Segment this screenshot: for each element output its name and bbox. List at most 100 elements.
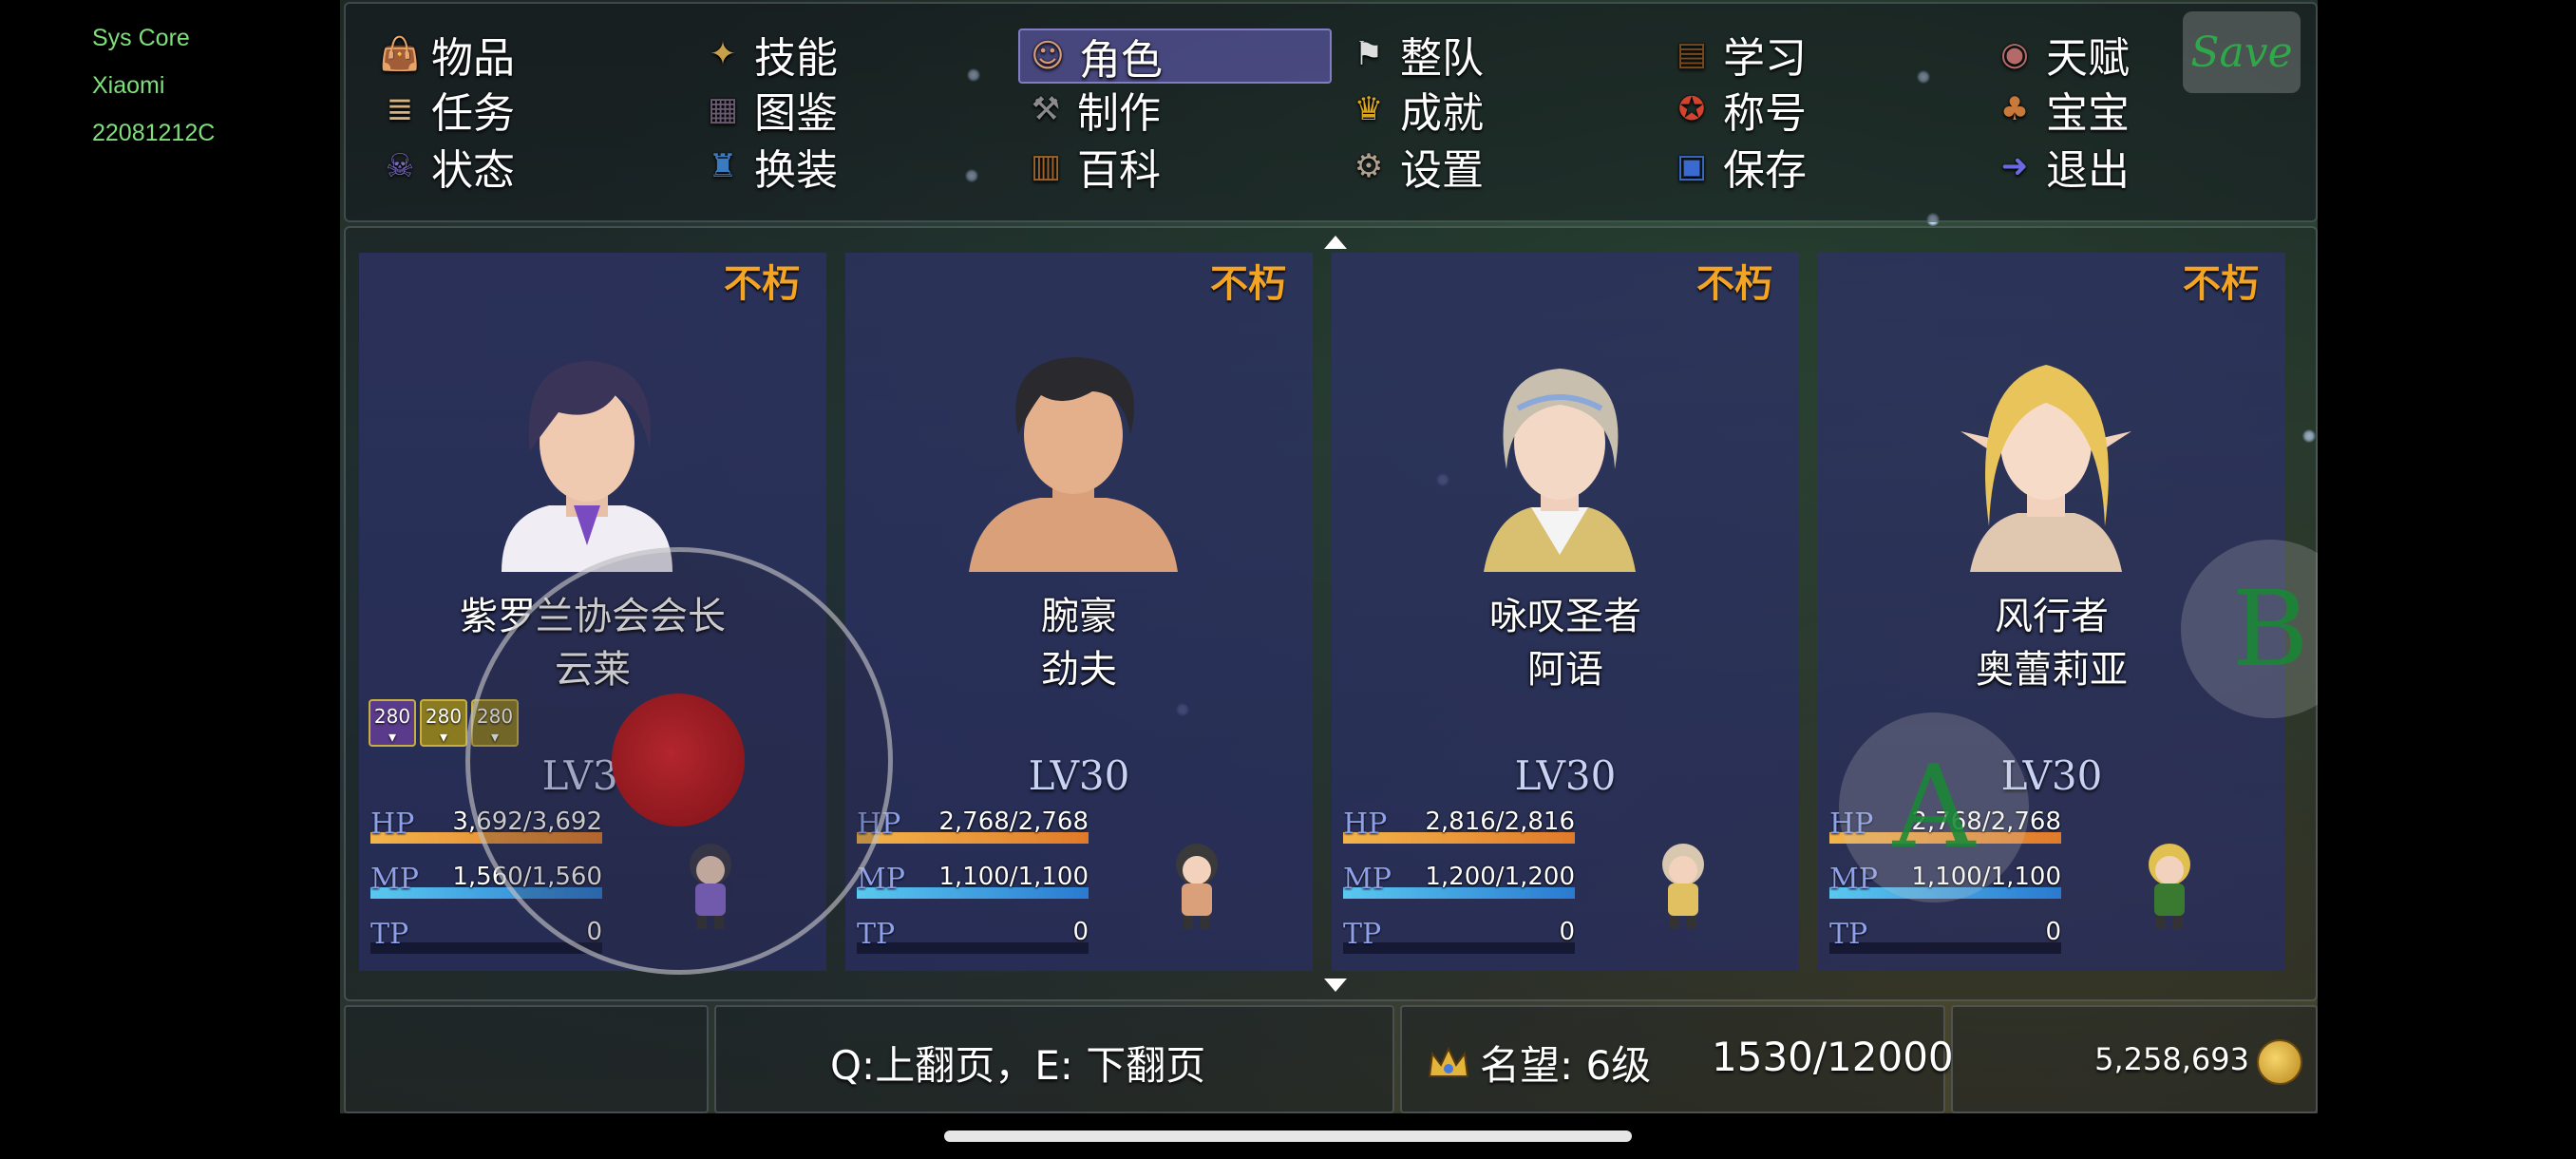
menu-item-label: 学习 [1723,34,1807,83]
menu-item-10[interactable]: ✪ 称号 [1670,84,1807,138]
book-icon: ▤ [1676,35,1708,73]
device-brand-label: Xiaomi [92,72,165,99]
reputation-level: 名望: 6级 [1480,1042,1652,1089]
gear-icon: ⚙ [1354,147,1384,185]
home-indicator[interactable] [944,1130,1632,1142]
gold-amount: 5,258,693 [2094,1041,2249,1077]
character-level: LV30 [1514,752,1617,799]
talent-icon: ◉ [2000,35,2029,73]
menu-item-15[interactable]: ⚙ 设置 [1347,141,1484,195]
menu-item-8[interactable]: ⚒ 制作 [1024,84,1161,138]
mask-icon: ☺ [1031,37,1065,75]
menu-item-1[interactable]: ✦ 技能 [701,28,838,83]
main-menu: 👜 物品 ✦ 技能 ☺ 角色 ⚑ 整队 ▤ 学习 ◉ 天赋 ≣ 任务 ▦ 图鉴 ⚒ 制作 ♛ 成就 ✪ 称号 ♣ 宝宝 ☠ 状态 ♜… [344,2,2318,222]
hp-value: 2,816/2,816 [1425,808,1575,836]
anvil-icon: ⚒ [1031,90,1061,128]
menu-item-label: 技能 [754,34,838,83]
a-button[interactable]: A [1839,712,2029,902]
scroll-icon: ≣ [386,90,414,128]
menu-item-14[interactable]: ▥ 百科 [1024,141,1161,195]
status-label: 不朽 [1210,262,1286,306]
reputation-panel: 名望: 6级 1530/12000 [1400,1005,1954,1113]
exit-icon: ➜ [2000,147,2029,185]
buff-icon: 280 ▾ [369,699,416,747]
tp-value: 0 [1559,918,1575,946]
character-portrait [950,336,1197,572]
menu-item-label: 整队 [1400,34,1484,83]
character-name: 阿语 [1527,648,1603,692]
scroll-down-arrow[interactable] [1324,978,1347,992]
menu-item-label: 换装 [754,146,838,195]
menu-item-4[interactable]: ▤ 学习 [1670,28,1807,83]
tp-value: 0 [2045,918,2061,946]
character-portrait [1923,336,2169,572]
menu-item-label: 退出 [2046,146,2130,195]
tp-label: TP [857,918,896,951]
character-sprite [1653,840,1714,931]
joystick-knob[interactable] [612,694,745,826]
gold-panel: 5,258,693 [1951,1005,2318,1113]
menu-item-7[interactable]: ▦ 图鉴 [701,84,838,138]
buff-value: 280 [373,705,411,728]
menu-item-11[interactable]: ♣ 宝宝 [1993,84,2130,138]
menu-item-0[interactable]: 👜 物品 [378,28,515,83]
menu-item-label: 称号 [1723,89,1807,138]
menu-item-label: 天赋 [2046,34,2130,83]
hp-label: HP [1343,808,1388,841]
menu-item-label: 任务 [431,89,515,138]
trophy-icon: ♛ [1354,90,1384,128]
character-name: 劲夫 [1041,648,1117,692]
tp-gauge: TP 0 [1343,918,1575,956]
menu-item-label: 宝宝 [2046,89,2130,138]
character-portrait [1436,336,1683,572]
party-member-card[interactable]: 不朽 腕豪 劲夫 LV30 HP 2,768/2,768 MP 1,100/1,100 TP 0 [845,253,1313,971]
tp-label: TP [1343,918,1382,951]
mp-gauge: MP 1,200/1,200 [1343,863,1575,901]
menu-item-5[interactable]: ◉ 天赋 [1993,28,2130,83]
mp-gauge: MP 1,100/1,100 [857,863,1089,901]
menu-item-6[interactable]: ≣ 任务 [378,84,515,138]
footer-blank-panel [344,1005,709,1113]
character-portrait [464,336,710,572]
character-level: LV30 [1028,752,1130,799]
menu-item-12[interactable]: ☠ 状态 [378,141,515,195]
status-label: 不朽 [1696,262,1772,306]
buff-value: 280 [425,705,463,728]
crown-icon [1427,1044,1470,1082]
page-hint-text: Q:上翻页，E: 下翻页 [830,1042,1206,1089]
skill-icon: ✦ [709,35,737,73]
game-viewport: 👜 物品 ✦ 技能 ☺ 角色 ⚑ 整队 ▤ 学习 ◉ 天赋 ≣ 任务 ▦ 图鉴 ⚒ 制作 ♛ 成就 ✪ 称号 ♣ 宝宝 ☠ 状态 ♜… [340,0,2318,1113]
menu-item-16[interactable]: ▣ 保存 [1670,141,1807,195]
reputation-progress: 1530/12000 [1712,1034,1954,1080]
floppy-icon: ▣ [1676,147,1708,185]
scroll-up-arrow[interactable] [1324,236,1347,249]
menu-item-13[interactable]: ♜ 换装 [701,141,838,195]
tp-label: TP [370,918,409,951]
menu-item-label: 图鉴 [754,89,838,138]
character-sprite [2139,840,2200,931]
save-button[interactable]: Save [2183,11,2301,93]
tp-label: TP [1829,918,1868,951]
status-label: 不朽 [2183,262,2259,306]
buff-icon: 280 ▾ [420,699,467,747]
menu-item-3[interactable]: ⚑ 整队 [1347,28,1484,83]
mp-label: MP [370,863,419,896]
hp-gauge: HP 2,768/2,768 [857,808,1089,846]
party-member-card[interactable]: 不朽咏叹圣者阿语 LV30 HP 2,816/2,816 MP 1,200/1,200 TP… [1332,253,1799,971]
menu-item-9[interactable]: ♛ 成就 [1347,84,1484,138]
character-title: 咏叹圣者 [1489,595,1641,638]
menu-item-2[interactable]: ☺ 角色 [1018,28,1332,85]
flag-icon: ⚑ [1354,35,1384,73]
menu-item-label: 百科 [1077,146,1161,195]
outfit-icon: ♜ [708,147,738,185]
hp-value: 2,768/2,768 [938,808,1089,836]
menu-item-17[interactable]: ➜ 退出 [1993,141,2130,195]
menu-item-label: 成就 [1400,89,1484,138]
menu-item-label: 保存 [1723,146,1807,195]
tp-gauge: TP 0 [857,918,1089,956]
mp-value: 1,100/1,100 [938,863,1089,891]
system-core-label: Sys Core [92,25,190,51]
menu-item-label: 设置 [1400,146,1484,195]
menu-item-label: 状态 [431,146,515,195]
mp-value: 1,200/1,200 [1425,863,1575,891]
